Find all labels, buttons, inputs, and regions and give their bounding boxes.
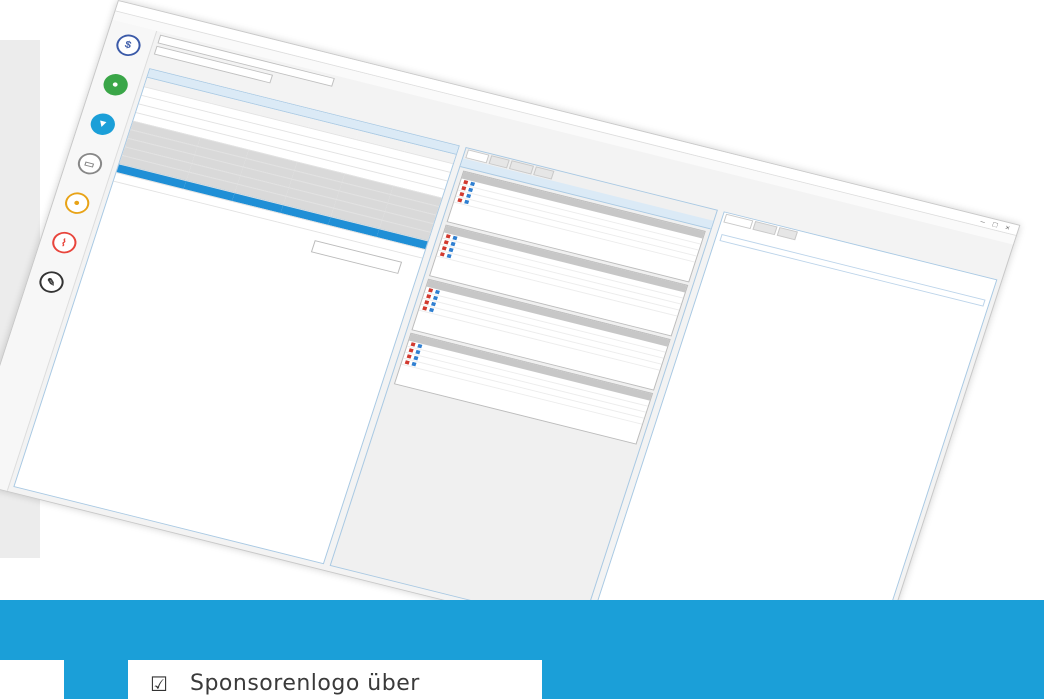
minimize-icon: – — [979, 217, 987, 227]
maximize-icon: □ — [991, 220, 999, 230]
app-window-screenshot: – □ × $ ● ▼ ▭ ● ⌇ ✎ — [0, 0, 1021, 699]
monitor-icon: ▭ — [74, 150, 105, 177]
white-card-left — [0, 660, 64, 699]
user-icon: ● — [100, 71, 131, 98]
feature-label: Sponsorenlogo über — [190, 671, 420, 696]
main-content — [8, 31, 1013, 699]
badge-icon: ● — [61, 189, 92, 217]
dollar-icon: $ — [112, 31, 143, 59]
checkbox-checked-icon: ☑ — [150, 671, 168, 696]
marketing-stage: – □ × $ ● ▼ ▭ ● ⌇ ✎ ☑ Sponsorenlogo über — [0, 0, 1044, 699]
shirt-icon: ▼ — [87, 110, 118, 138]
wrench-icon: ✎ — [36, 268, 67, 296]
feature-checkbox-row: ☑ Sponsorenlogo über — [150, 671, 420, 696]
close-icon: × — [1004, 223, 1012, 233]
chart-icon: ⌇ — [48, 229, 79, 256]
